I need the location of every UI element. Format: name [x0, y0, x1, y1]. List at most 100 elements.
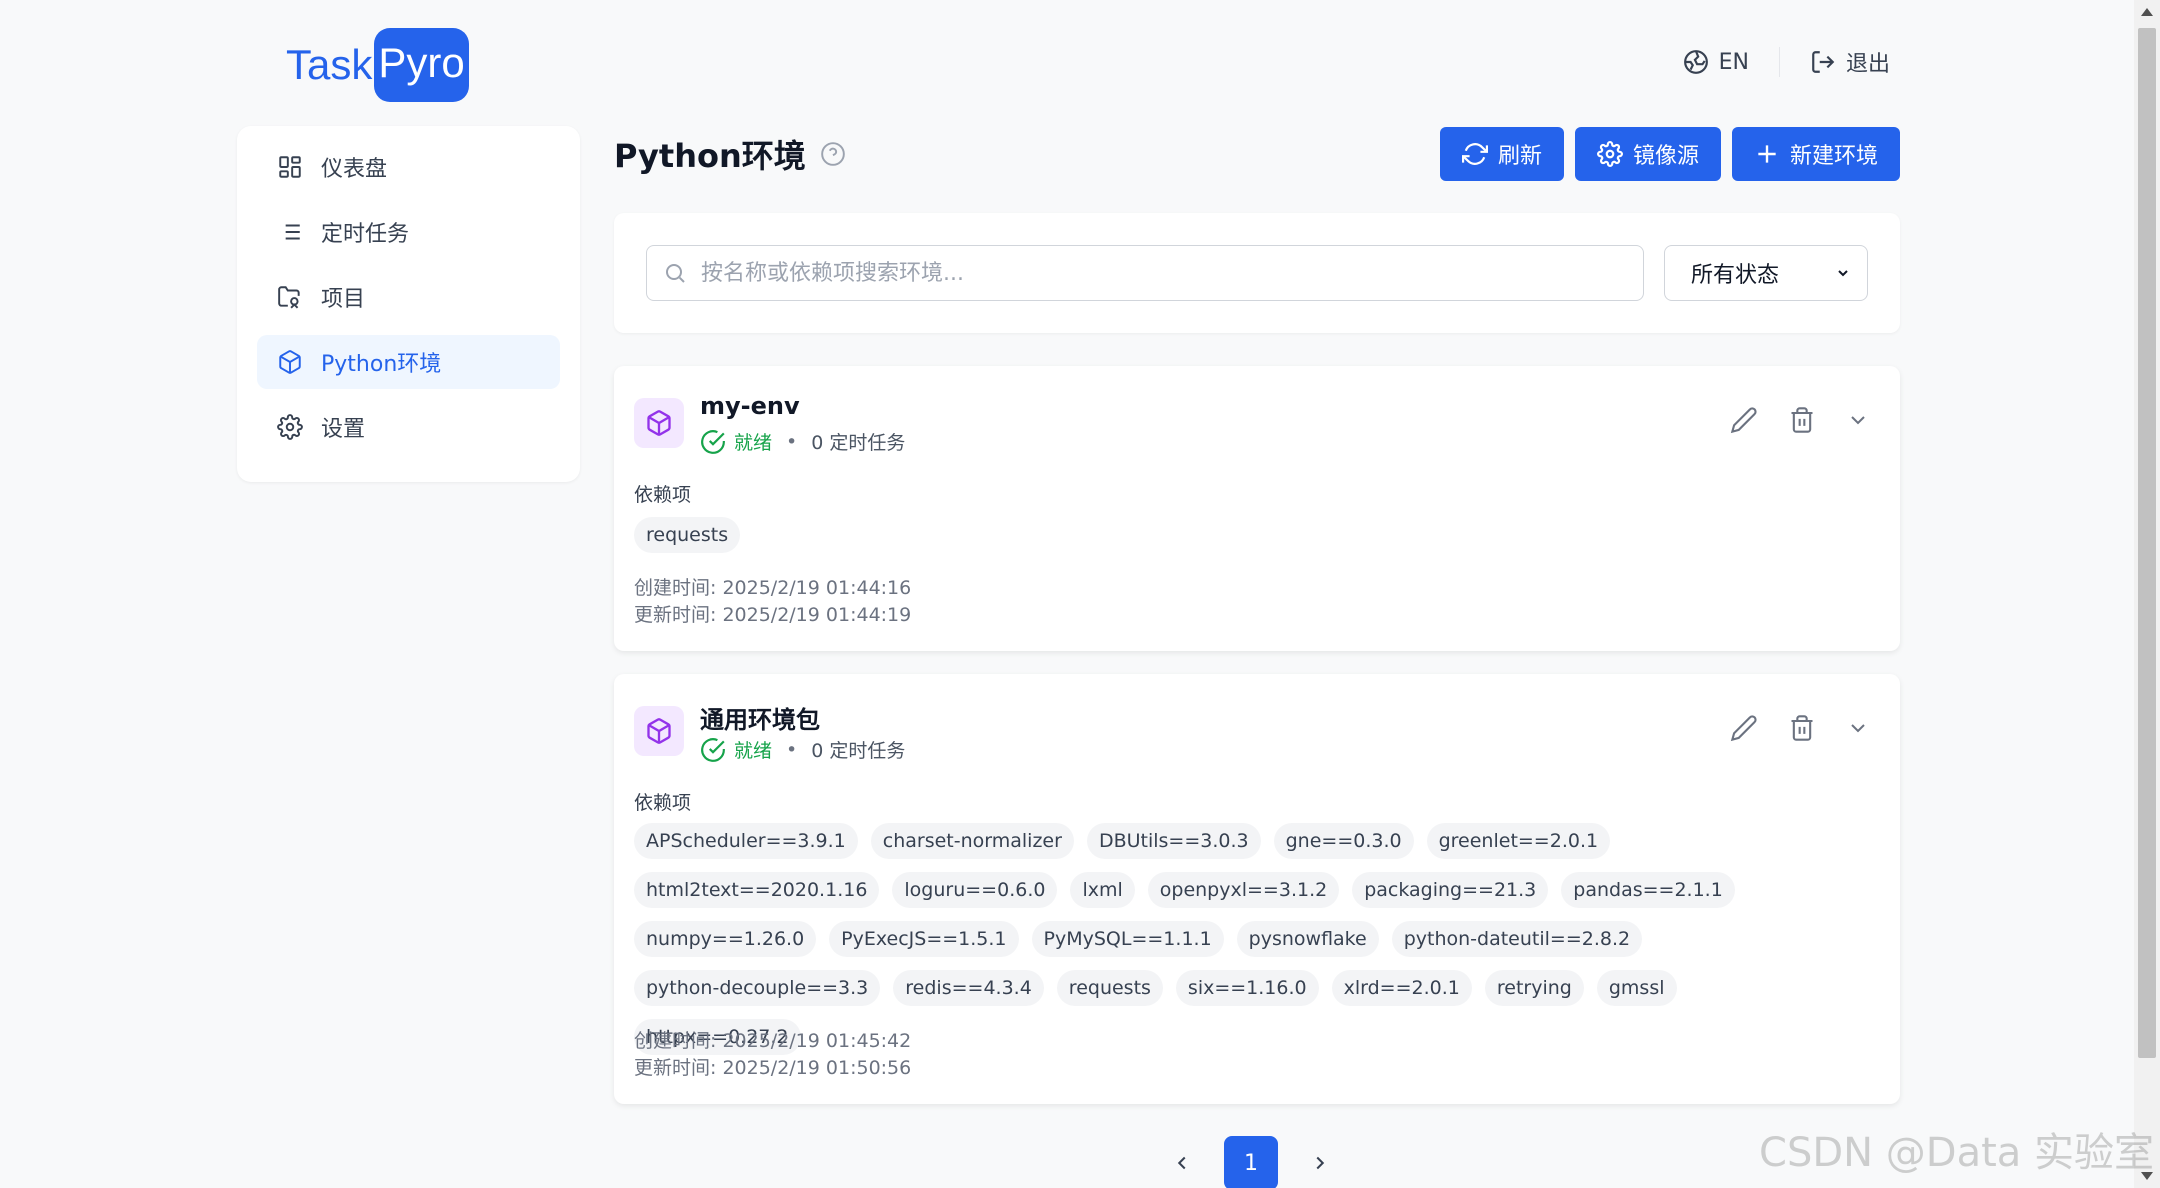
env-task-count: 0 定时任务 — [811, 432, 906, 454]
refresh-icon — [1461, 143, 1488, 165]
delete-button[interactable] — [1788, 406, 1816, 434]
sidebar-item-python-env[interactable]: Python环境 — [257, 335, 560, 389]
sidebar-item-projects[interactable]: 项目 — [257, 270, 560, 324]
env-card: my-env 就绪 • 0 定时任务 依赖项 requests 创建时间: 20… — [614, 366, 1900, 651]
trash-icon — [1791, 715, 1813, 741]
updated-time: 更新时间: 2025/2/19 01:50:56 — [634, 1057, 912, 1079]
edit-button[interactable] — [1730, 714, 1758, 742]
logo-text-pyro: Pyro — [374, 28, 469, 102]
env-timestamps: 创建时间: 2025/2/19 01:45:42 更新时间: 2025/2/19… — [634, 1028, 911, 1082]
refresh-button[interactable]: 刷新 — [1439, 127, 1564, 181]
new-env-button[interactable]: 新建环境 — [1731, 127, 1900, 181]
dependency-tag: redis==4.3.4 — [893, 970, 1044, 1006]
dependency-tag: gne==0.3.0 — [1273, 823, 1414, 859]
dependency-tag: requests — [1056, 970, 1163, 1006]
dependency-tag: APScheduler==3.9.1 — [634, 823, 858, 859]
page-button-current[interactable]: 1 — [1224, 1136, 1278, 1188]
dependency-tag: PyExecJS==1.5.1 — [829, 921, 1019, 957]
env-task-count: 0 定时任务 — [811, 740, 906, 762]
dependency-tag: greenlet==2.0.1 — [1426, 823, 1611, 859]
dashboard-icon — [279, 156, 301, 178]
dependency-tag: numpy==1.26.0 — [634, 921, 817, 957]
env-timestamps: 创建时间: 2025/2/19 01:44:16 更新时间: 2025/2/19… — [634, 575, 911, 629]
created-time: 创建时间: 2025/2/19 01:45:42 — [634, 1030, 912, 1052]
dependency-tag: html2text==2020.1.16 — [634, 872, 880, 908]
chevron-down-icon — [1851, 724, 1865, 733]
dependency-tag: six==1.16.0 — [1175, 970, 1319, 1006]
prev-page-button[interactable] — [1170, 1151, 1194, 1175]
sidebar-item-label: 项目 — [321, 287, 366, 312]
dependency-tag: xlrd==2.0.1 — [1331, 970, 1472, 1006]
env-icon-badge — [634, 706, 684, 756]
env-name: 通用环境包 — [700, 706, 820, 734]
topbar-actions: EN 退出 — [1683, 46, 1890, 78]
deps-list: requests — [634, 517, 1834, 553]
expand-button[interactable] — [1846, 716, 1870, 740]
page-title: Python环境 — [614, 137, 806, 175]
chevron-right-icon — [1316, 1156, 1325, 1170]
status-select[interactable]: 所有状态 — [1664, 245, 1868, 301]
dependency-tag: pysnowflake — [1236, 921, 1379, 957]
deps-list: APScheduler==3.9.1 charset-normalizer DBUt… — [634, 823, 1834, 1055]
sidebar-item-label: 定时任务 — [321, 222, 410, 247]
dependency-tag: pandas==2.1.1 — [1561, 872, 1735, 908]
mirror-source-label: 镜像源 — [1632, 144, 1699, 169]
sidebar-item-label: Python环境 — [321, 352, 442, 377]
logout-button[interactable]: 退出 — [1810, 46, 1890, 78]
chevron-down-icon — [1838, 270, 1848, 277]
dependency-tag: requests — [634, 517, 741, 553]
delete-button[interactable] — [1788, 714, 1816, 742]
env-card-actions — [1730, 406, 1870, 434]
new-env-label: 新建环境 — [1789, 144, 1878, 169]
deps-label: 依赖项 — [634, 484, 692, 506]
chevron-down-icon — [1851, 416, 1865, 425]
cube-icon — [647, 410, 671, 436]
search-box[interactable] — [646, 245, 1644, 301]
edit-button[interactable] — [1730, 406, 1758, 434]
env-status-badge: 就绪 — [734, 432, 773, 454]
dependency-tag: gmssl — [1596, 970, 1677, 1006]
gear-icon — [1597, 141, 1623, 167]
help-circle-icon[interactable] — [820, 141, 846, 167]
dependency-tag: retrying — [1484, 970, 1584, 1006]
scrollbar-thumb[interactable] — [2138, 28, 2156, 1058]
env-icon-badge — [634, 398, 684, 448]
sidebar-item-dashboard[interactable]: 仪表盘 — [257, 140, 560, 194]
sidebar-item-scheduled-tasks[interactable]: 定时任务 — [257, 205, 560, 259]
logout-icon — [1812, 51, 1835, 73]
created-time: 创建时间: 2025/2/19 01:44:16 — [634, 577, 912, 599]
project-folder-icon — [278, 286, 300, 309]
search-input[interactable] — [701, 260, 1601, 286]
chevron-left-icon — [1177, 1156, 1186, 1170]
scroll-up-arrow-icon[interactable] — [2141, 8, 2153, 16]
cube-icon — [279, 350, 301, 374]
env-card: 通用环境包 就绪 • 0 定时任务 依赖项 APScheduler==3.9.1… — [614, 674, 1900, 1104]
check-circle-icon — [701, 737, 725, 762]
sidebar-item-settings[interactable]: 设置 — [257, 400, 560, 454]
cube-icon — [647, 718, 671, 744]
filter-panel: 所有状态 — [614, 213, 1900, 333]
language-switch[interactable]: EN — [1683, 49, 1749, 75]
vertical-scrollbar[interactable] — [2134, 0, 2160, 1188]
pencil-icon — [1730, 407, 1757, 434]
dependency-tag: python-decouple==3.3 — [634, 970, 881, 1006]
sidebar-item-label: 仪表盘 — [321, 157, 388, 182]
env-name: my-env — [700, 392, 800, 420]
mirror-source-button[interactable]: 镜像源 — [1574, 127, 1721, 181]
gear-icon — [277, 414, 303, 440]
language-label: EN — [1718, 49, 1749, 75]
env-status-row: 就绪 • 0 定时任务 — [700, 428, 905, 455]
topbar-divider — [1778, 47, 1780, 77]
app-logo[interactable]: Task Pyro — [286, 16, 469, 114]
status-select-value: 所有状态 — [1691, 263, 1780, 288]
logout-label: 退出 — [1845, 52, 1890, 77]
page-header: Python环境 刷新 镜像源 新建环境 — [614, 126, 1900, 182]
separator-dot: • — [786, 738, 798, 761]
next-page-button[interactable] — [1308, 1151, 1332, 1175]
globe-icon — [1683, 50, 1708, 74]
dependency-tag: lxml — [1070, 872, 1135, 908]
dependency-tag: openpyxl==3.1.2 — [1147, 872, 1340, 908]
sidebar: 仪表盘 定时任务 项目 Python环境 设置 — [237, 126, 580, 482]
expand-button[interactable] — [1846, 408, 1870, 432]
plus-icon — [1758, 145, 1776, 163]
